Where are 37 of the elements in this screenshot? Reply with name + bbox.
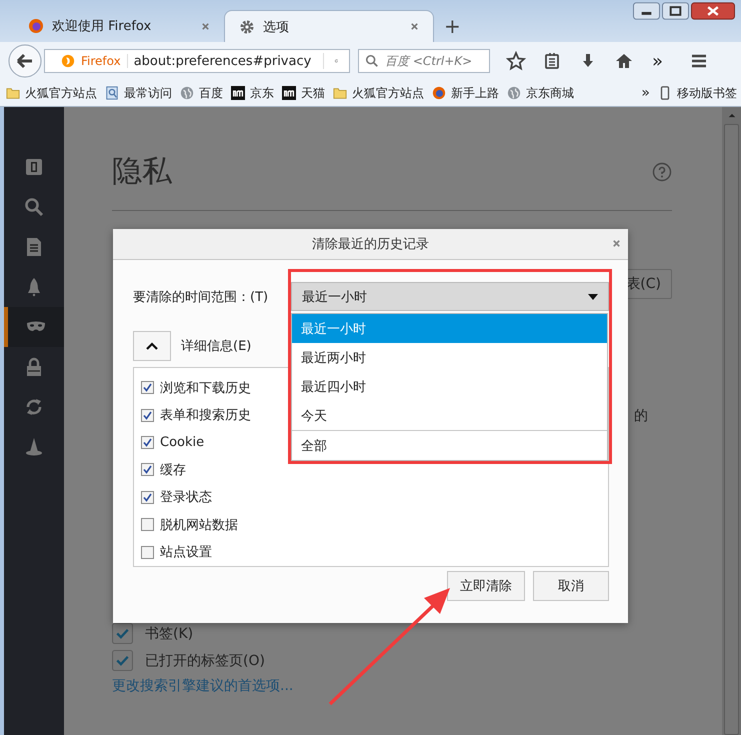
time-range-select[interactable]: 最近一小时 [291,282,609,311]
item-label: 脱机网站数据 [160,516,238,534]
dropdown-option[interactable]: 最近两小时 [292,343,607,372]
item-label: Cookie [160,435,204,450]
dialog-button[interactable]: 取消 [533,571,609,601]
bookmark-item[interactable]: 百度 [180,84,223,102]
bookmark-item[interactable]: 最常访问 [105,84,172,102]
address-bar[interactable]: Firefox about:preferences#privacy [44,49,350,73]
browser-tab[interactable]: 选项 [224,10,434,42]
dropdown-option[interactable]: 最近四小时 [292,372,607,401]
bookmark-item[interactable]: 火狐官方站点 [333,84,424,102]
item-label: 站点设置 [160,544,212,562]
bookmark-item[interactable]: 火狐官方站点 [6,84,97,102]
bookmark-item[interactable]: 移动版书签 [658,84,737,102]
dialog-button[interactable]: 立即清除 [447,571,525,601]
item-label: 浏览和下载历史 [160,380,251,397]
bookmark-item[interactable]: 京东 [231,84,274,102]
option-label: 书签(K) [145,624,194,642]
dropdown-option[interactable]: 今天 [292,401,607,430]
search-field[interactable]: 百度 <Ctrl+K> [358,49,490,73]
description-text: 的 [634,407,648,425]
browser-tab[interactable]: 欢迎使用 Firefox [14,10,224,42]
option-label: 已打开的标签页(O) [145,652,265,670]
bookmark-item[interactable]: 京东商城 [507,84,574,102]
dropdown-option[interactable]: 全部 [292,430,607,460]
details-label: 详细信息(E) [181,338,252,355]
time-range-label: 要清除的时间范围：(T) [133,288,270,306]
item-label: 登录状态 [160,489,212,506]
bookmark-item[interactable]: 天猫 [282,84,325,102]
overflow-button[interactable]: » [652,50,664,72]
new-tab-button[interactable]: + [444,16,461,36]
page-title: 隐私 [112,153,172,191]
item-label: 缓存 [160,462,186,479]
dialog-title: 清除最近的历史记录 [312,236,429,253]
bookmark-item[interactable]: 新手上路 [432,84,499,102]
item-label: 表单和搜索历史 [160,407,251,424]
overflow-button[interactable]: » [641,85,650,101]
